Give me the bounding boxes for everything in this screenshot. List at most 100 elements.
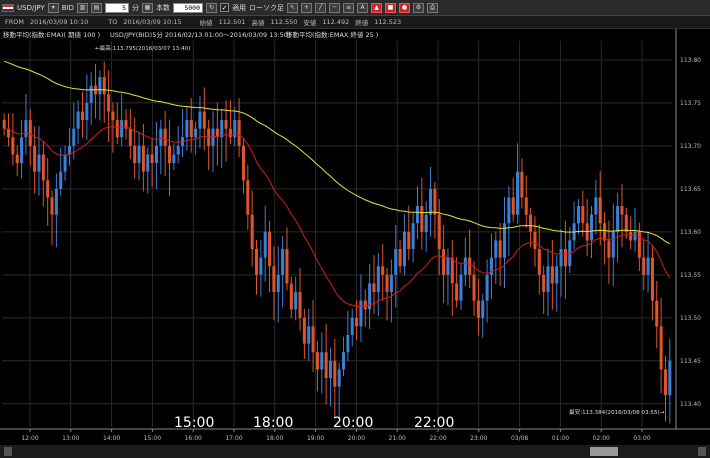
candle-body [263,231,267,258]
candle-body [302,317,306,344]
bar-chart-icon[interactable]: ▥ [77,2,88,13]
ema-long-header: 移動平均(指数:EMA)( 期値 100 ) [3,30,100,39]
candle-body [281,249,285,275]
candle-body [411,223,415,250]
x-tick-label: 02:00 [593,435,610,442]
candle-body [611,231,615,258]
flag-red-icon[interactable]: ▲ [371,2,382,13]
candle-body [507,197,511,224]
candle-body [250,214,254,250]
grid-icon[interactable]: ▦ [142,2,153,13]
candle-body [133,145,137,164]
time-overlay-2200: 22:00 [414,415,454,431]
count-input[interactable]: 5000 [173,2,203,13]
chart-grid [2,41,672,427]
circle-red-icon[interactable]: ● [399,2,410,13]
candle-body [363,300,367,310]
price-chart[interactable]: 113.80 113.75 113.70 113.65 113.60 113.55 113.… [0,29,710,458]
stamp-red-icon[interactable]: ■ [385,2,396,13]
scroll-thumb[interactable] [590,447,618,456]
candle-body [485,274,489,301]
interval-input[interactable]: 5 [105,2,129,13]
x-tick-label: 21:00 [389,435,406,442]
dropdown-arrow-icon[interactable]: ▾ [47,2,59,13]
scroll-right-arrow-icon[interactable] [698,447,706,456]
candle-body [141,145,145,172]
y-tick-label: 113.75 [680,100,701,107]
price-type-select[interactable]: BID [62,4,74,12]
fib-icon[interactable]: ≡ [343,2,354,13]
x-tick-label: 22:00 [429,435,446,442]
cursor-icon[interactable]: ↖ [287,2,298,13]
candle-body [98,77,102,95]
candle-body [33,145,37,172]
close-label: 終値 [355,19,369,27]
candle-body [154,145,158,164]
candle-body [241,145,245,181]
to-label: TO [108,18,118,26]
candle-body [272,266,276,293]
open-value: 112.501 [218,18,246,26]
candle-body [633,231,637,241]
x-tick-label: 15:00 [144,435,161,442]
symbol-select[interactable]: USD/JPY [17,4,45,12]
text-icon[interactable]: A [357,2,368,13]
candle-body [624,214,628,232]
candle-body [542,274,546,293]
time-overlay-2000: 20:00 [333,415,373,431]
x-tick-label: 17:00 [225,435,242,442]
candle-body [594,197,598,215]
candle-type-select[interactable]: ローソク足 [249,3,284,13]
scroll-left-arrow-icon[interactable] [4,447,12,456]
candle-body [159,128,163,146]
from-label: FROM [5,18,24,26]
crosshair-icon[interactable]: + [301,2,312,13]
high-value: 112.550 [270,18,298,26]
candle-body [328,360,332,378]
candle-body [581,206,585,224]
x-tick-label: 18:00 [266,435,283,442]
candle-body [385,274,389,293]
candle-body [289,283,293,310]
candle-body [224,120,228,129]
candle-body [620,206,624,215]
x-tick-label: 16:00 [185,435,202,442]
line-icon[interactable]: ╱ [315,2,326,13]
candle-body [11,137,15,155]
print-icon[interactable]: ⎙ [427,2,438,13]
low-label: 安値 [303,19,317,27]
candle-body [407,231,411,250]
candle-body [642,257,646,275]
y-tick-label: 113.50 [680,315,701,322]
currency-flag-icon [2,3,14,12]
candle-body [276,274,280,293]
candle-body [355,317,359,327]
hline-icon[interactable]: ─ [329,2,340,13]
x-tick-label: 13:00 [62,435,79,442]
refresh-icon[interactable]: ↻ [206,2,217,13]
candle-body [315,352,319,370]
candle-body [415,206,420,224]
settings-icon[interactable]: ⚙ [413,2,424,13]
y-axis-ticks: 113.80 113.75 113.70 113.65 113.60 113.55 113.… [680,57,701,408]
apply-checkbox[interactable]: ✓ [220,3,229,12]
candle-body [402,231,406,267]
candle-body [598,197,602,224]
candle-body [211,128,215,146]
candle-body [468,257,472,275]
candle-body [202,111,206,129]
from-value: 2016/03/09 10:10 [29,18,89,26]
candle-body [298,292,302,318]
candle-body [59,171,63,189]
candle-body [463,257,467,275]
candle-body [128,128,132,146]
candle-body [80,111,85,121]
candle-body [176,145,180,155]
candle-body [194,128,198,138]
candle-chart-icon[interactable]: ▤ [91,2,102,13]
candle-body [20,137,24,164]
time-overlay-1800: 18:00 [253,415,293,431]
candle-body [254,249,259,275]
candle-body [228,128,232,138]
candle-body [603,223,607,241]
